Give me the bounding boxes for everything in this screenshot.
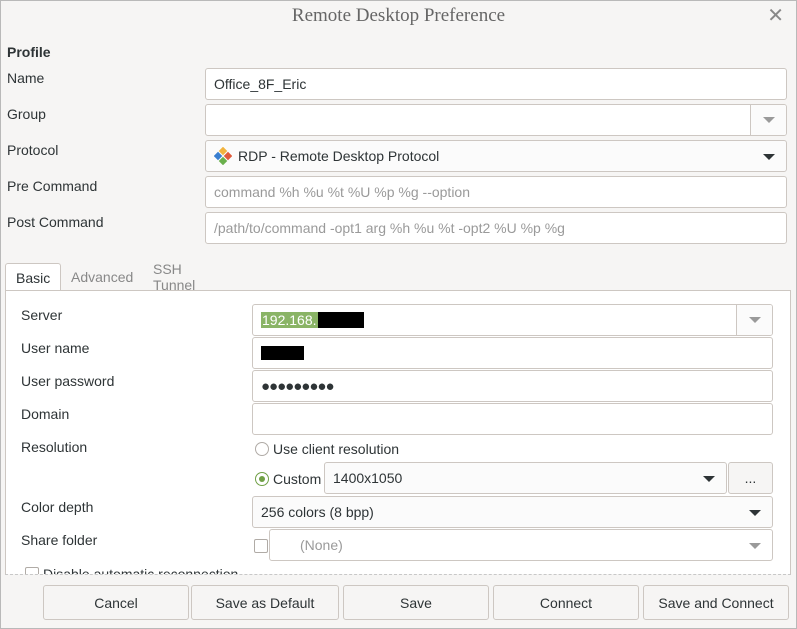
- password-mask: ●●●●●●●●●: [261, 377, 335, 395]
- resolution-select[interactable]: 1400x1050: [324, 462, 727, 494]
- precommand-placeholder: command %h %u %t %U %p %g --option: [214, 184, 470, 200]
- group-dropdown-button[interactable]: [750, 105, 786, 135]
- resolution-client-radio[interactable]: Use client resolution: [255, 441, 399, 457]
- chevron-down-icon: [748, 317, 761, 323]
- protocol-value: RDP - Remote Desktop Protocol: [238, 148, 440, 164]
- resolution-label: Resolution: [21, 439, 88, 455]
- disable-reconnect-row[interactable]: Disable automatic reconnection: [25, 565, 255, 574]
- password-label: User password: [21, 373, 115, 389]
- disable-reconnect-label: Disable automatic reconnection: [43, 566, 239, 574]
- radio-selected-icon: [255, 472, 269, 486]
- basic-tab-panel: Server 192.168. User name User password …: [5, 290, 791, 574]
- resolution-client-label: Use client resolution: [273, 441, 400, 457]
- cancel-button[interactable]: Cancel: [43, 585, 189, 620]
- name-label: Name: [7, 70, 45, 86]
- sharefolder-checkbox[interactable]: [254, 539, 268, 553]
- tab-basic[interactable]: Basic: [5, 263, 61, 291]
- sharefolder-select[interactable]: (None): [269, 529, 773, 561]
- rdp-plugin-icon: [214, 147, 232, 165]
- resolution-value: 1400x1050: [333, 470, 403, 486]
- colordepth-label: Color depth: [21, 499, 94, 515]
- close-icon[interactable]: ✕: [767, 3, 784, 28]
- chevron-down-icon: [749, 543, 761, 549]
- postcommand-field[interactable]: /path/to/command -opt1 arg %h %u %t -opt…: [205, 212, 787, 244]
- name-field[interactable]: Office_8F_Eric: [205, 68, 787, 100]
- profile-section-title: Profile: [7, 44, 51, 60]
- server-dropdown-button[interactable]: [736, 305, 772, 335]
- chevron-down-icon: [703, 476, 715, 482]
- precommand-label: Pre Command: [7, 178, 98, 194]
- preference-dialog: Remote Desktop Preference ✕ Profile Name…: [0, 0, 797, 629]
- server-combo[interactable]: 192.168.: [252, 304, 773, 336]
- group-label: Group: [7, 106, 46, 122]
- resolution-more-label: ...: [744, 470, 757, 486]
- resolution-custom-label: Custom: [273, 471, 322, 487]
- domain-field[interactable]: [252, 403, 773, 435]
- username-label: User name: [21, 340, 90, 356]
- colordepth-select[interactable]: 256 colors (8 bpp): [252, 496, 773, 528]
- dialog-title: Remote Desktop Preference: [291, 5, 506, 26]
- precommand-field[interactable]: command %h %u %t %U %p %g --option: [205, 176, 787, 208]
- sharefolder-value: (None): [300, 537, 343, 553]
- save-as-default-button[interactable]: Save as Default: [191, 585, 339, 620]
- postcommand-label: Post Command: [7, 214, 104, 230]
- chevron-down-icon: [763, 154, 775, 160]
- server-label: Server: [21, 307, 63, 323]
- resolution-custom-radio[interactable]: Custom: [255, 471, 321, 487]
- sharefolder-label: Share folder: [21, 532, 98, 548]
- connect-button[interactable]: Connect: [493, 585, 639, 620]
- chevron-down-icon: [762, 117, 775, 123]
- colordepth-value: 256 colors (8 bpp): [261, 504, 374, 520]
- protocol-label: Protocol: [7, 142, 59, 158]
- redacted-block: [261, 346, 304, 360]
- chevron-down-icon: [749, 510, 761, 516]
- domain-label: Domain: [21, 406, 70, 422]
- scroll-edge: [5, 574, 791, 575]
- redacted-block: [317, 312, 364, 328]
- name-value: Office_8F_Eric: [214, 76, 307, 92]
- save-button[interactable]: Save: [343, 585, 489, 620]
- tab-advanced[interactable]: Advanced: [61, 263, 143, 291]
- radio-icon: [255, 442, 269, 456]
- server-value: 192.168.: [261, 312, 318, 328]
- password-field[interactable]: ●●●●●●●●●: [252, 370, 773, 402]
- protocol-select[interactable]: RDP - Remote Desktop Protocol: [205, 140, 787, 172]
- resolution-more-button[interactable]: ...: [728, 462, 773, 494]
- username-field[interactable]: [252, 337, 773, 369]
- tab-ssh-tunnel[interactable]: SSH Tunnel: [143, 261, 205, 293]
- postcommand-placeholder: /path/to/command -opt1 arg %h %u %t -opt…: [214, 220, 565, 236]
- group-combo[interactable]: [205, 104, 787, 136]
- title-bar[interactable]: Remote Desktop Preference ✕: [1, 1, 796, 31]
- disable-reconnect-checkbox[interactable]: [25, 567, 39, 574]
- save-and-connect-button[interactable]: Save and Connect: [643, 585, 789, 620]
